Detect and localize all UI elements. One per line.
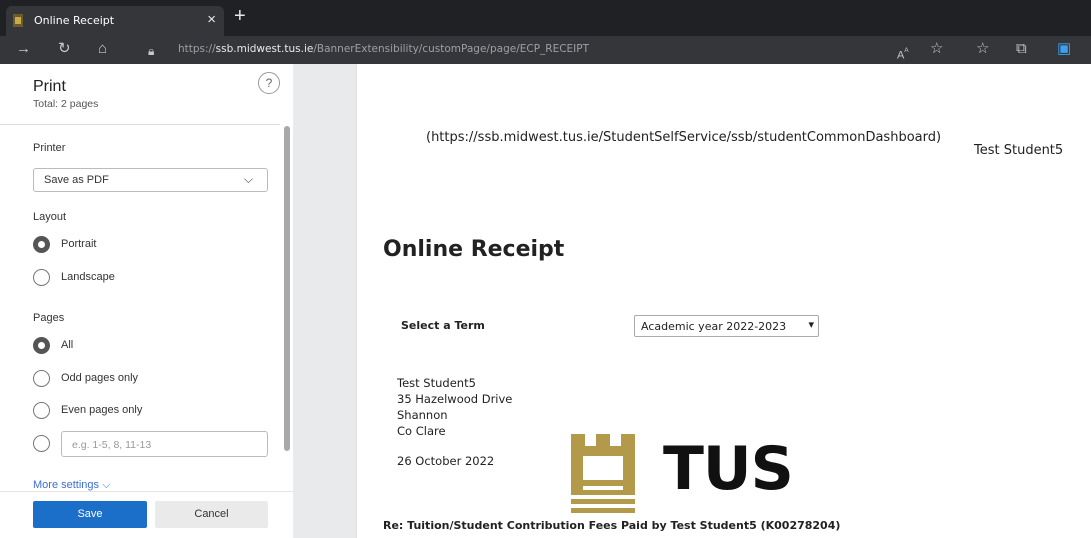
- term-value: Academic year 2022-2023: [641, 320, 787, 333]
- address-line: Test Student5: [397, 376, 476, 390]
- layout-landscape-radio[interactable]: [33, 269, 50, 286]
- layout-portrait-label: Portrait: [61, 238, 97, 250]
- save-button[interactable]: Save: [33, 501, 147, 528]
- chevron-down-icon: ⌵: [243, 172, 253, 186]
- address-line: Shannon: [397, 408, 448, 422]
- favorite-star-icon[interactable]: ☆: [930, 41, 943, 57]
- pages-label: Pages: [33, 312, 65, 324]
- url-path: /BannerExtensibility/customPage/page/ECP…: [313, 43, 590, 55]
- pages-even-radio[interactable]: [33, 402, 50, 419]
- tab-close-icon[interactable]: ×: [207, 11, 216, 28]
- receipt-date: 26 October 2022: [397, 454, 495, 468]
- help-icon[interactable]: ?: [258, 72, 280, 94]
- url-scheme: https://: [178, 43, 216, 55]
- custom-pages-input[interactable]: e.g. 1-5, 8, 11-13: [61, 431, 268, 457]
- print-panel: Print Total: 2 pages ? Printer Save as P…: [0, 64, 293, 538]
- tus-logo-text: TUS: [663, 434, 794, 504]
- user-name: Test Student5: [974, 143, 1064, 158]
- tab-title: Online Receipt: [34, 14, 115, 27]
- read-aloud-icon[interactable]: Aᴬ: [897, 43, 909, 64]
- chevron-down-icon: ▾: [808, 318, 814, 331]
- printer-label: Printer: [33, 142, 66, 154]
- pages-even-label: Even pages only: [61, 404, 143, 416]
- divider: [0, 124, 280, 125]
- dashboard-link: (https://ssb.midwest.tus.ie/StudentSelfS…: [426, 130, 942, 145]
- page-count: Total: 2 pages: [33, 98, 99, 110]
- print-title: Print: [33, 78, 66, 95]
- favorites-list-icon[interactable]: ☆: [976, 41, 989, 57]
- pages-odd-label: Odd pages only: [61, 372, 139, 384]
- home-icon[interactable]: ⌂: [98, 41, 107, 57]
- preview-page: (https://ssb.midwest.tus.ie/StudentSelfS…: [356, 64, 1091, 538]
- printer-select[interactable]: Save as PDF ⌵: [33, 168, 268, 192]
- browser-tab[interactable]: Online Receipt ×: [6, 6, 224, 36]
- url-field[interactable]: https://ssb.midwest.tus.ie/BannerExtensi…: [178, 43, 589, 55]
- address-line: 35 Hazelwood Drive: [397, 392, 513, 406]
- term-select: Academic year 2022-2023 ▾: [634, 315, 819, 337]
- pages-all-radio[interactable]: [33, 337, 50, 354]
- browser-tab-bar: Online Receipt × +: [0, 0, 1091, 36]
- cancel-button[interactable]: Cancel: [155, 501, 268, 528]
- lock-icon[interactable]: 🔒︎: [148, 43, 154, 59]
- collections-icon[interactable]: ⧉: [1016, 41, 1027, 57]
- panel-scrollbar[interactable]: [284, 126, 290, 451]
- refresh-icon[interactable]: ↻: [58, 41, 71, 57]
- url-host: ssb.midwest.tus.ie: [215, 43, 314, 55]
- address-block: Test Student5 35 Hazelwood Drive Shannon…: [397, 375, 512, 439]
- printer-value: Save as PDF: [44, 174, 109, 186]
- pages-all-label: All: [61, 339, 74, 351]
- pages-custom-radio[interactable]: [33, 435, 50, 452]
- pages-odd-radio[interactable]: [33, 370, 50, 387]
- preview-background: [293, 64, 356, 538]
- address-line: Co Clare: [397, 424, 446, 438]
- browser-address-bar: → ↻ ⌂ 🔒︎ https://ssb.midwest.tus.ie/Bann…: [0, 36, 1091, 64]
- forward-icon[interactable]: →: [16, 41, 31, 57]
- layout-landscape-label: Landscape: [61, 271, 115, 283]
- tus-favicon-icon: [13, 14, 23, 27]
- receipt-subject: Re: Tuition/Student Contribution Fees Pa…: [383, 519, 841, 532]
- term-label: Select a Term: [401, 319, 485, 332]
- edge-icon[interactable]: ▣: [1057, 41, 1071, 57]
- layout-label: Layout: [33, 211, 67, 223]
- new-tab-icon[interactable]: +: [234, 6, 246, 26]
- tus-castle-logo-icon: [571, 434, 635, 513]
- layout-portrait-radio[interactable]: [33, 236, 50, 253]
- page-title: Online Receipt: [383, 237, 565, 262]
